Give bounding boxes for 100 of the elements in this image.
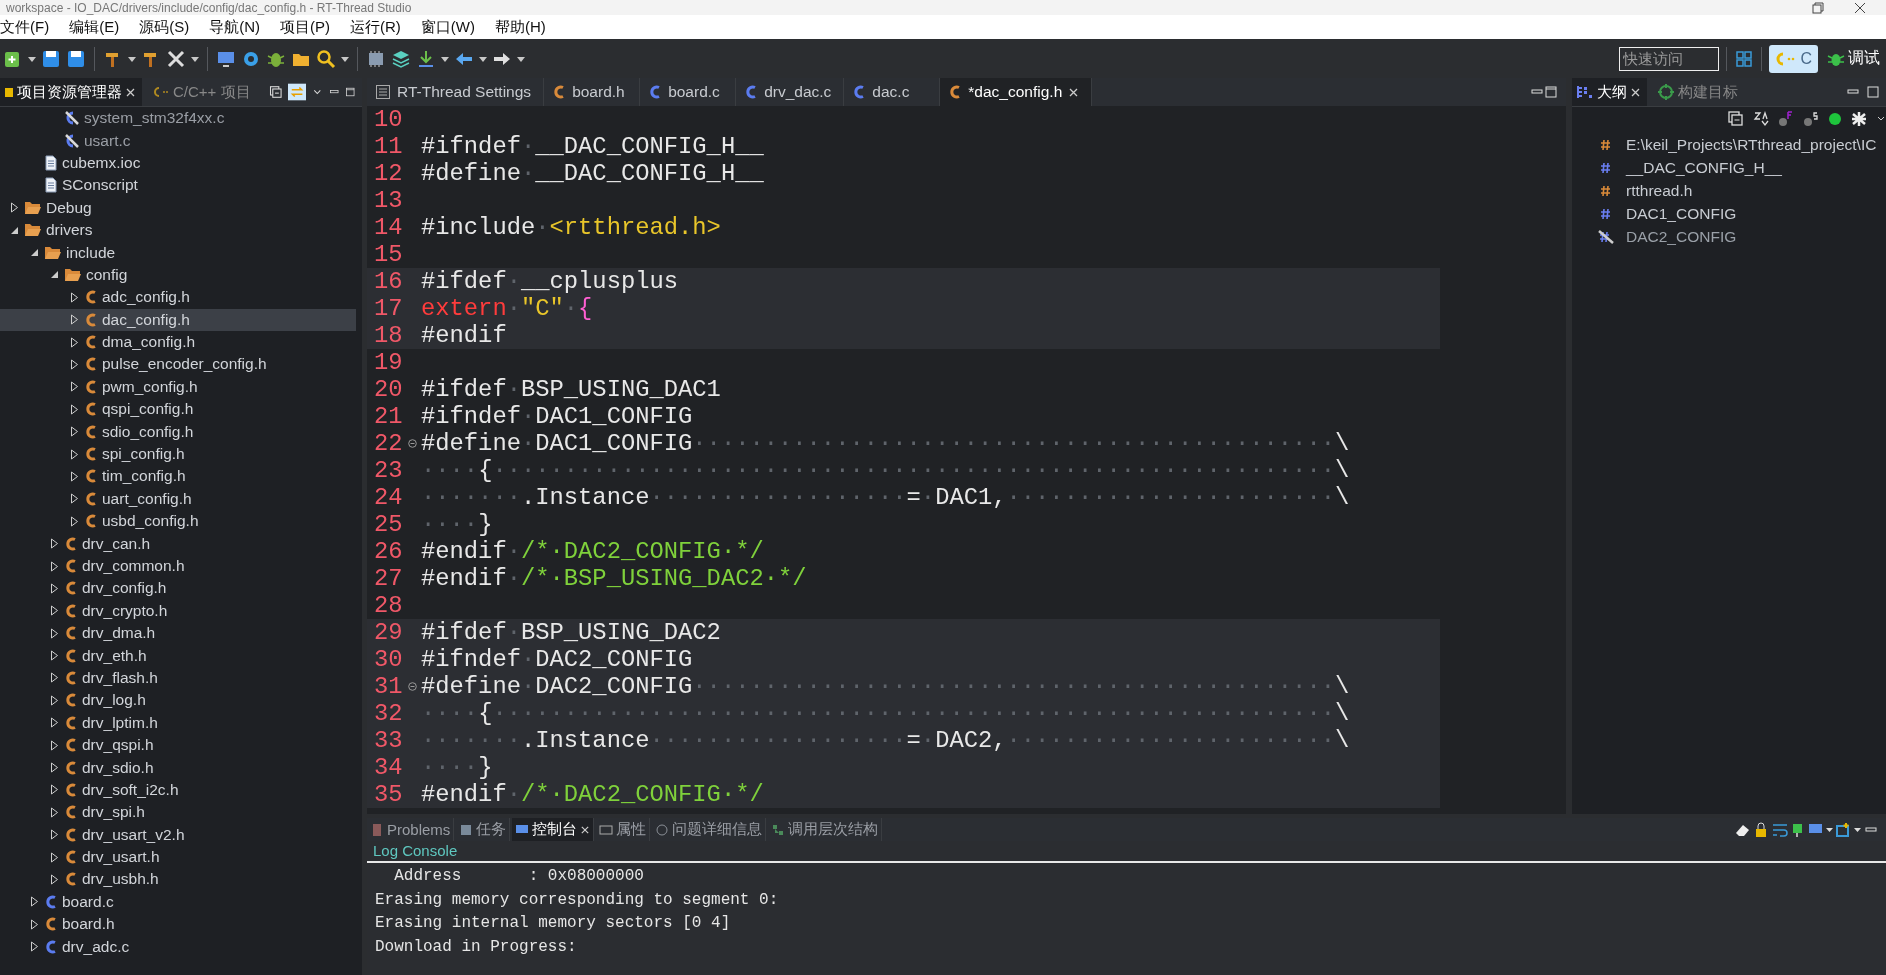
collapsed-arrow-icon[interactable] <box>49 806 59 818</box>
collapsed-arrow-icon[interactable] <box>69 493 79 505</box>
tree-item[interactable]: drv_dma.h <box>0 622 356 645</box>
tree-item[interactable]: drivers <box>0 218 356 242</box>
close-icon[interactable] <box>1068 86 1080 98</box>
link-editor-icon[interactable] <box>288 81 307 103</box>
menu-item[interactable]: 导航(N) <box>209 17 260 37</box>
console-tab[interactable]: 任务 <box>456 818 511 841</box>
outline-item[interactable]: DAC1_CONFIG <box>1572 202 1886 225</box>
fold-icon[interactable] <box>408 682 417 691</box>
tree-item[interactable]: adc_config.h <box>0 286 356 309</box>
collapsed-arrow-icon[interactable] <box>9 202 19 214</box>
collapsed-arrow-icon[interactable] <box>49 650 59 662</box>
tree-item[interactable]: cubemx.ioc <box>0 151 356 175</box>
tree-item[interactable]: spi_config.h <box>0 442 356 466</box>
collapsed-arrow-icon[interactable] <box>49 762 59 773</box>
hide-fields-icon[interactable] <box>1778 111 1794 127</box>
explorer-tab[interactable]: 项目资源管理器 <box>0 78 142 106</box>
collapsed-arrow-icon[interactable] <box>29 896 39 908</box>
tree-item[interactable]: usart.c <box>0 129 356 152</box>
tree-item[interactable]: drv_lptim.h <box>0 711 356 734</box>
collapsed-arrow-icon[interactable] <box>49 672 59 684</box>
console-tab[interactable]: 调用层次结构 <box>768 818 883 841</box>
tree-item[interactable]: include <box>0 241 356 264</box>
outline-tab[interactable]: 构建目标 <box>1653 78 1744 106</box>
menu-item[interactable]: 源码(S) <box>139 17 190 37</box>
tree-item[interactable]: drv_sdio.h <box>0 756 356 779</box>
collapsed-arrow-icon[interactable] <box>49 582 59 594</box>
tree-item[interactable]: config <box>0 263 356 287</box>
close-icon[interactable] <box>1854 1 1866 14</box>
restore-icon[interactable] <box>1812 1 1824 14</box>
collapsed-arrow-icon[interactable] <box>49 538 59 550</box>
maximize-icon[interactable] <box>345 85 356 99</box>
menu-item[interactable]: 运行(R) <box>350 17 401 37</box>
outline-item[interactable]: E:\keil_Projects\RTthread_project\IC <box>1572 133 1886 156</box>
tree-item[interactable]: sdio_config.h <box>0 420 356 443</box>
collapsed-arrow-icon[interactable] <box>69 336 79 348</box>
sort-icon[interactable] <box>1753 111 1769 127</box>
quick-access-field[interactable]: 快速访问 <box>1619 46 1720 71</box>
tree-item[interactable]: SConscript <box>0 174 356 197</box>
expanded-arrow-icon[interactable] <box>49 270 59 280</box>
tree-item[interactable]: drv_spi.h <box>0 801 356 824</box>
collapsed-arrow-icon[interactable] <box>69 470 79 482</box>
menu-item[interactable]: 项目(P) <box>280 17 330 37</box>
tree-item[interactable]: tim_config.h <box>0 465 356 488</box>
editor-tab[interactable]: board.c <box>640 78 737 106</box>
collapsed-arrow-icon[interactable] <box>29 941 39 953</box>
tree-item[interactable]: board.h <box>0 913 356 936</box>
tree-item[interactable]: board.c <box>0 890 356 914</box>
hide-static-icon[interactable] <box>1803 111 1819 127</box>
console-tab[interactable]: Problems <box>367 818 455 841</box>
search-icon[interactable] <box>315 47 337 70</box>
tree-item[interactable]: drv_usbh.h <box>0 868 356 891</box>
collapsed-arrow-icon[interactable] <box>49 829 59 841</box>
explorer-tab[interactable]: C/C++ 项目 <box>148 78 257 106</box>
editor-tab[interactable]: *dac_config.h <box>940 78 1093 106</box>
expanded-arrow-icon[interactable] <box>29 248 39 258</box>
collapsed-arrow-icon[interactable] <box>69 314 79 326</box>
menu-item[interactable]: 编辑(E) <box>69 17 120 37</box>
tree-item[interactable]: pulse_encoder_config.h <box>0 353 356 376</box>
collapsed-arrow-icon[interactable] <box>29 918 39 930</box>
tree-item[interactable]: drv_adc.c <box>0 935 356 958</box>
console-tab[interactable]: 控制台 <box>512 818 595 841</box>
collapse-all-icon[interactable] <box>1728 111 1744 127</box>
maximize-icon[interactable] <box>1866 85 1880 99</box>
new-console-icon[interactable] <box>1836 821 1862 838</box>
tree-item[interactable]: drv_can.h <box>0 532 356 555</box>
collapsed-arrow-icon[interactable] <box>69 291 79 303</box>
fold-icon[interactable] <box>408 439 417 448</box>
tree-item[interactable]: drv_usart_v2.h <box>0 823 356 846</box>
tree-item[interactable]: drv_soft_i2c.h <box>0 778 356 802</box>
outline-tab[interactable]: 大纲 <box>1572 78 1647 106</box>
menu-item[interactable]: 帮助(H) <box>494 17 546 37</box>
collapsed-arrow-icon[interactable] <box>69 515 79 527</box>
tree-item[interactable]: system_stm32f4xx.c <box>0 107 356 130</box>
collapsed-arrow-icon[interactable] <box>49 873 59 885</box>
collapsed-arrow-icon[interactable] <box>49 784 59 796</box>
tree-item[interactable]: drv_qspi.h <box>0 733 356 757</box>
status-dot-icon[interactable] <box>1828 112 1842 126</box>
collapsed-arrow-icon[interactable] <box>49 739 59 751</box>
tree-item[interactable]: qspi_config.h <box>0 398 356 421</box>
menu-item[interactable]: 文件(F) <box>0 17 50 37</box>
collapsed-arrow-icon[interactable] <box>69 359 79 370</box>
tree-item[interactable]: drv_config.h <box>0 577 356 600</box>
editor-tab[interactable]: drv_dac.c <box>736 78 845 106</box>
expanded-arrow-icon[interactable] <box>9 225 19 235</box>
tree-item[interactable]: drv_log.h <box>0 689 356 712</box>
tree-item[interactable]: uart_config.h <box>0 487 356 511</box>
tree-item[interactable]: drv_common.h <box>0 554 356 578</box>
menu-item[interactable]: 窗口(W) <box>420 17 475 37</box>
outline-item[interactable]: DAC2_CONFIG <box>1572 225 1886 248</box>
collapsed-arrow-icon[interactable] <box>49 717 59 729</box>
collapsed-arrow-icon[interactable] <box>49 627 59 639</box>
collapsed-arrow-icon[interactable] <box>49 605 59 617</box>
tree-item[interactable]: usbd_config.h <box>0 510 356 533</box>
collapsed-arrow-icon[interactable] <box>69 426 79 438</box>
console-tab[interactable]: 问题详细信息 <box>652 818 767 841</box>
collapsed-arrow-icon[interactable] <box>49 851 59 863</box>
collapsed-arrow-icon[interactable] <box>69 381 79 393</box>
tree-item[interactable]: pwm_config.h <box>0 375 356 399</box>
